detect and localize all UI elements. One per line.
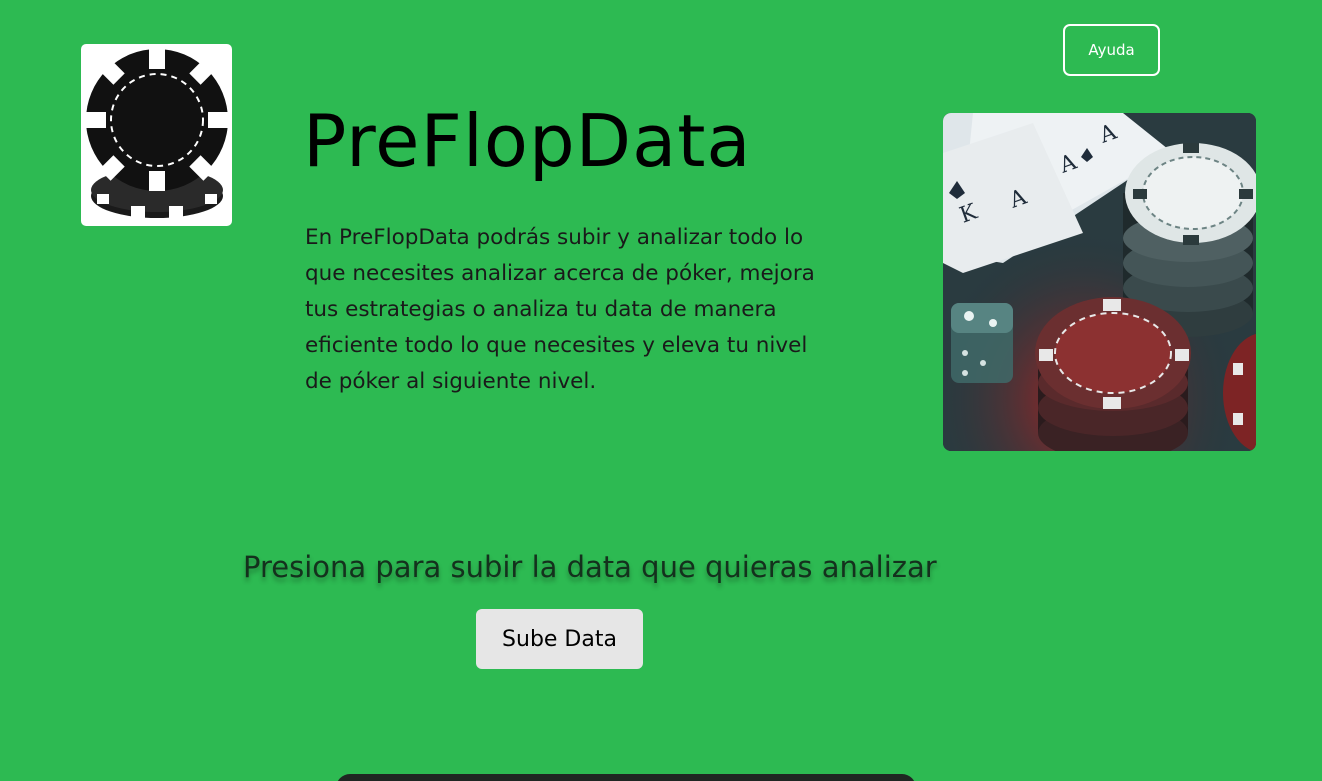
poker-cards-chips-dice-image: K A A A [943, 113, 1256, 451]
landing-page: Ayuda PreFlopData En PreFlopData podrás … [0, 0, 1322, 781]
upload-prompt: Presiona para subir la data que quieras … [243, 550, 937, 584]
page-title: PreFlopData [303, 99, 752, 183]
hero-image: K A A A [943, 113, 1256, 451]
intro-description: En PreFlopData podrás subir y analizar t… [305, 225, 815, 394]
bottom-panel [336, 774, 916, 781]
help-button[interactable]: Ayuda [1063, 24, 1160, 76]
logo [81, 44, 232, 226]
upload-data-button[interactable]: Sube Data [476, 609, 643, 669]
poker-chip-icon [86, 49, 228, 218]
